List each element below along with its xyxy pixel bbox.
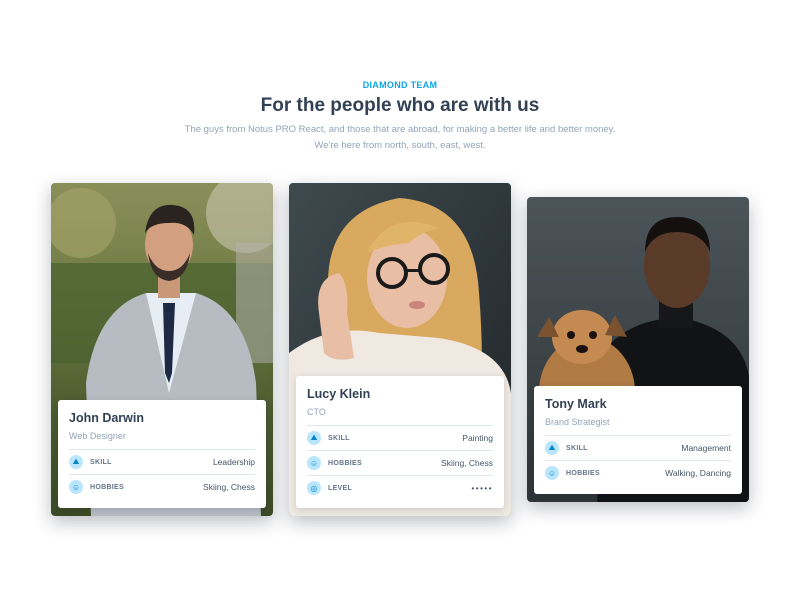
skill-icon: ⛰: [545, 441, 559, 455]
description-line-2: We're here from north, south, east, west…: [314, 140, 486, 151]
team-member-name: John Darwin: [69, 411, 145, 425]
team-info-panel: John Darwin Web Designer ⛰ SKILL Leaders…: [58, 400, 266, 508]
user-icon: ☺: [307, 456, 321, 470]
team-card-john-darwin[interactable]: John Darwin Web Designer ⛰ SKILL Leaders…: [51, 183, 273, 516]
row-label: LEVEL: [328, 484, 353, 492]
skill-icon: ⛰: [69, 455, 83, 469]
team-member-role: CTO: [307, 407, 326, 417]
row-label: SKILL: [90, 458, 112, 466]
team-member-name: Tony Mark: [545, 397, 607, 411]
level-icon: ◎: [307, 481, 321, 495]
row-value: Leadership: [212, 457, 255, 467]
skill-icon: ⛰: [307, 431, 321, 445]
row-label: SKILL: [328, 434, 350, 442]
row-label: HOBBIES: [328, 459, 362, 467]
user-icon: ☺: [69, 480, 83, 494]
info-row-hobbies: ☺ HOBBIES Skiing, Chess: [307, 450, 493, 475]
row-value: Management: [681, 443, 731, 453]
row-label: HOBBIES: [90, 483, 124, 491]
level-rating: •••••: [471, 483, 493, 493]
team-card-tony-mark[interactable]: Tony Mark Brand Strategist ⛰ SKILL Manag…: [527, 197, 749, 502]
row-value: Painting: [462, 433, 493, 443]
info-row-hobbies: ☺ HOBBIES Skiing, Chess: [69, 474, 255, 499]
info-row-skill: ⛰ SKILL Management: [545, 435, 731, 460]
info-row-skill: ⛰ SKILL Painting: [307, 425, 493, 450]
row-value: Skiing, Chess: [441, 458, 493, 468]
team-info-panel: Tony Mark Brand Strategist ⛰ SKILL Manag…: [534, 386, 742, 494]
team-card-lucy-klein[interactable]: Lucy Klein CTO ⛰ SKILL Painting ☺ HOBBIE…: [289, 183, 511, 516]
row-label: HOBBIES: [566, 469, 600, 477]
section-eyebrow: DIAMOND TEAM: [362, 80, 438, 90]
section-title: For the people who are with us: [260, 95, 540, 116]
user-icon: ☺: [545, 466, 559, 480]
team-member-role: Web Designer: [69, 431, 126, 441]
team-member-name: Lucy Klein: [307, 387, 371, 401]
row-label: SKILL: [566, 444, 588, 452]
info-row-skill: ⛰ SKILL Leadership: [69, 449, 255, 474]
team-info-panel: Lucy Klein CTO ⛰ SKILL Painting ☺ HOBBIE…: [296, 376, 504, 508]
section-description: The guys from Notus PRO React, and those…: [0, 122, 800, 154]
team-member-role: Brand Strategist: [545, 417, 610, 427]
info-row-hobbies: ☺ HOBBIES Walking, Dancing: [545, 460, 731, 485]
row-value: Skiing, Chess: [203, 482, 255, 492]
description-line-1: The guys from Notus PRO React, and those…: [184, 124, 616, 135]
info-row-level: ◎ LEVEL •••••: [307, 475, 493, 500]
row-value: Walking, Dancing: [665, 468, 731, 478]
